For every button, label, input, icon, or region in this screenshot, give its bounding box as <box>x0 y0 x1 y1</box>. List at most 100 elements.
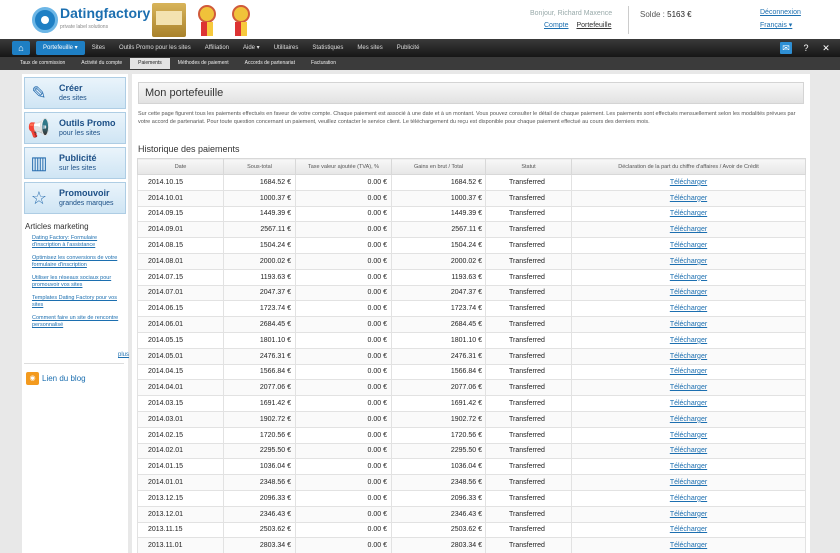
download-link[interactable]: Télécharger <box>670 542 707 549</box>
cell-download: Télécharger <box>571 268 806 286</box>
download-link[interactable]: Télécharger <box>670 495 707 502</box>
table-row: 2014.10.01 1000.37 €0.00 €1000.37 € Transf… <box>137 189 806 207</box>
logo[interactable]: Datingfactory private label solutions <box>32 6 150 34</box>
promo-title: Outils Promo <box>59 118 116 128</box>
nav-item-mes-sites[interactable]: Mes sites <box>350 41 389 55</box>
download-link[interactable]: Télécharger <box>670 305 707 312</box>
subnav-item-facturation[interactable]: Facturation <box>303 58 344 69</box>
cell-date: 2014.01.01 <box>137 474 224 491</box>
download-link[interactable]: Télécharger <box>670 400 707 407</box>
cell-tax: 0.00 € <box>295 458 392 476</box>
download-link[interactable]: Télécharger <box>670 432 707 439</box>
article-link[interactable]: Templates Dating Factory pour vos sites <box>32 295 125 309</box>
download-link[interactable]: Télécharger <box>670 274 707 281</box>
column-header-statement[interactable]: Déclaration de la part du chiffre d'affa… <box>571 158 806 175</box>
language-select[interactable]: Français ▾ <box>760 21 801 29</box>
mail-icon[interactable]: ✉ <box>780 42 792 54</box>
promo-subtitle: des sites <box>59 95 87 102</box>
article-link[interactable]: Optimisez les conversions de votre formu… <box>32 255 125 269</box>
column-header-status[interactable]: Statut <box>485 158 572 175</box>
bar-chart-icon: ▥ <box>30 153 48 173</box>
download-link[interactable]: Télécharger <box>670 226 707 233</box>
cell-status: Transferred <box>485 205 572 223</box>
download-link[interactable]: Télécharger <box>670 321 707 328</box>
nav-item-portefeuille[interactable]: Portefeuille ▾ <box>36 41 85 55</box>
promo-subtitle: pour les sites <box>59 130 101 137</box>
download-link[interactable]: Télécharger <box>670 511 707 518</box>
cell-status: Transferred <box>485 221 572 239</box>
cell-gross: 2047.37 € <box>391 284 486 302</box>
nav-item-aide[interactable]: Aide ▾ <box>236 41 267 55</box>
article-link[interactable]: Utiliser les réseaux sociaux pour promou… <box>32 275 125 289</box>
download-link[interactable]: Télécharger <box>670 526 707 533</box>
download-link[interactable]: Télécharger <box>670 447 707 454</box>
cell-download: Télécharger <box>571 426 806 444</box>
cell-subtotal: 1000.37 € <box>223 189 296 207</box>
cell-gross: 2803.34 € <box>391 537 486 553</box>
column-header-date[interactable]: Date <box>137 158 224 175</box>
download-link[interactable]: Télécharger <box>670 179 707 186</box>
column-header-subtotal[interactable]: Sous-total <box>223 158 296 175</box>
table-row: 2014.02.01 2295.50 €0.00 €2295.50 € Transf… <box>137 442 806 460</box>
subnav-item-activite[interactable]: Activité du compte <box>73 58 130 69</box>
help-icon[interactable]: ? <box>800 42 812 54</box>
download-link[interactable]: Télécharger <box>670 416 707 423</box>
account-link[interactable]: Compte <box>544 22 569 29</box>
header-links: Compte Portefeuille <box>544 22 612 29</box>
table-row: 2014.01.01 2348.56 €0.00 €2348.56 € Transf… <box>137 474 806 491</box>
cell-status: Transferred <box>485 489 572 507</box>
download-link[interactable]: Télécharger <box>670 353 707 360</box>
nav-item-publicite[interactable]: Publicité <box>390 41 427 55</box>
cell-subtotal: 2346.43 € <box>223 505 296 523</box>
download-link[interactable]: Télécharger <box>670 368 707 375</box>
nav-item-sites[interactable]: Sites <box>85 41 112 55</box>
cell-status: Transferred <box>485 331 572 349</box>
download-link[interactable]: Télécharger <box>670 242 707 249</box>
blog-link-row[interactable]: ◉ Lien du blog <box>26 372 86 385</box>
cell-status: Transferred <box>485 252 572 270</box>
column-header-tax[interactable]: Taxe valeur ajoutée (TVA), % <box>295 158 392 175</box>
close-icon[interactable]: ✕ <box>820 42 832 54</box>
download-link[interactable]: Télécharger <box>670 479 707 486</box>
cell-status: Transferred <box>485 537 572 553</box>
promo-advertising[interactable]: ▥ Publicité sur les sites <box>24 147 126 179</box>
subnav-item-methodes[interactable]: Méthodes de paiement <box>170 58 237 69</box>
logout-link[interactable]: Déconnexion <box>760 9 801 16</box>
cell-subtotal: 2077.06 € <box>223 379 296 397</box>
promo-brands[interactable]: ☆ Promouvoir grandes marques <box>24 182 126 214</box>
cell-download: Télécharger <box>571 284 806 302</box>
subnav-item-paiements[interactable]: Paiements <box>130 58 170 69</box>
promo-create[interactable]: ✎ Créer des sites <box>24 77 126 109</box>
cell-gross: 2348.56 € <box>391 474 486 491</box>
portfolio-link[interactable]: Portefeuille <box>576 22 611 29</box>
cell-gross: 1566.84 € <box>391 363 486 381</box>
cell-tax: 0.00 € <box>295 442 392 460</box>
column-header-gross[interactable]: Gains en brut / Total <box>391 158 486 175</box>
download-link[interactable]: Télécharger <box>670 195 707 202</box>
home-icon[interactable]: ⌂ <box>12 41 30 55</box>
more-articles-link[interactable]: plus <box>118 352 129 358</box>
nav-item-utilitaires[interactable]: Utilitaires <box>267 41 306 55</box>
cell-date: 2014.02.01 <box>137 442 224 460</box>
subnav-item-taux[interactable]: Taux de commission <box>12 58 73 69</box>
cell-status: Transferred <box>485 474 572 491</box>
nav-item-affiliation[interactable]: Affiliation <box>198 41 236 55</box>
subnav-item-accords[interactable]: Accords de partenariat <box>237 58 303 69</box>
nav-item-outils-promo[interactable]: Outils Promo pour les sites <box>112 41 198 55</box>
article-link[interactable]: Comment faire un site de rencontre perso… <box>32 315 125 329</box>
blog-link[interactable]: Lien du blog <box>42 374 86 383</box>
cell-date: 2013.12.01 <box>137 505 224 523</box>
download-link[interactable]: Télécharger <box>670 463 707 470</box>
download-link[interactable]: Télécharger <box>670 289 707 296</box>
promo-tools[interactable]: 📢 Outils Promo pour les sites <box>24 112 126 144</box>
cell-status: Transferred <box>485 189 572 207</box>
download-link[interactable]: Télécharger <box>670 384 707 391</box>
cell-tax: 0.00 € <box>295 284 392 302</box>
download-link[interactable]: Télécharger <box>670 337 707 344</box>
download-link[interactable]: Télécharger <box>670 258 707 265</box>
cell-date: 2014.02.15 <box>137 426 224 444</box>
nav-item-statistiques[interactable]: Statistiques <box>305 41 350 55</box>
article-link[interactable]: Dating Factory: Formulaire d'inscription… <box>32 235 125 249</box>
cell-date: 2014.01.15 <box>137 458 224 476</box>
download-link[interactable]: Télécharger <box>670 210 707 217</box>
